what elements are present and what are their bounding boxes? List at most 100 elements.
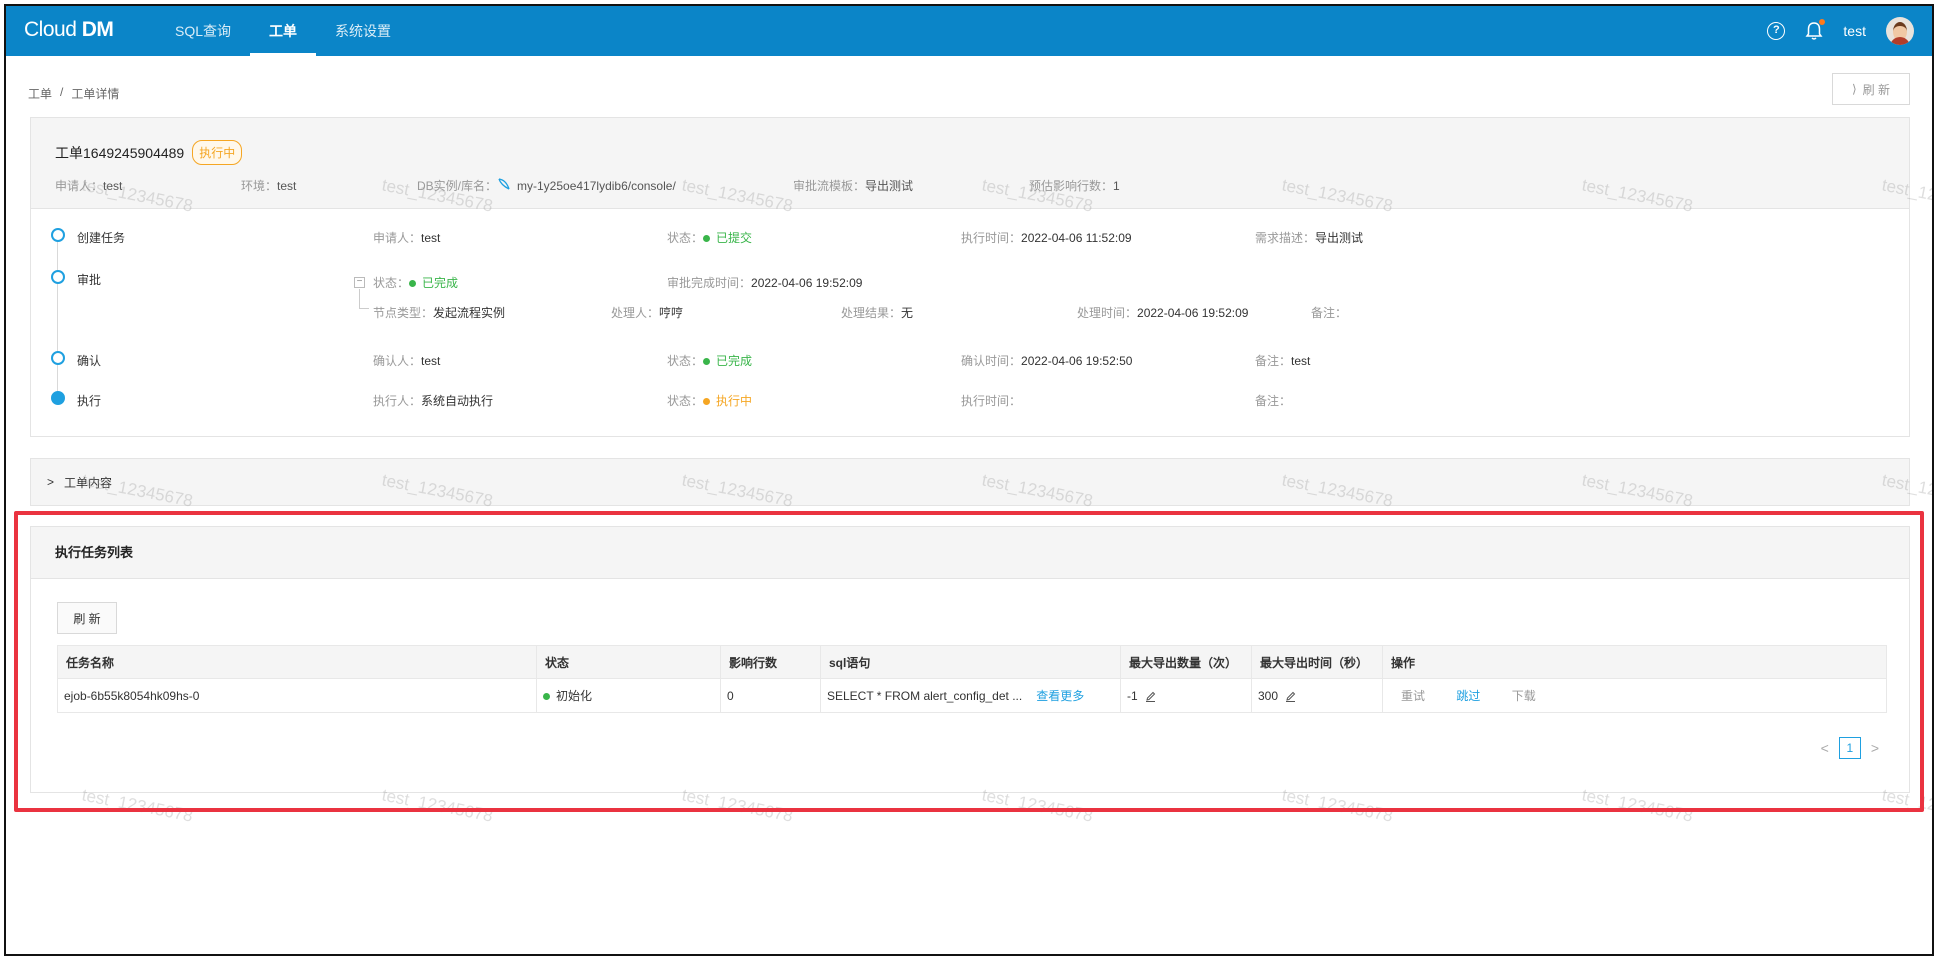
- create-time: 执行时间：2022-04-06 11:52:09: [961, 231, 1132, 245]
- confirm-note: 备注：test: [1255, 354, 1311, 368]
- create-description: 需求描述：导出测试: [1255, 231, 1364, 245]
- confirm-person: 确认人：test: [373, 354, 441, 368]
- execute-person: 执行人：系统自动执行: [373, 394, 494, 408]
- main-nav: SQL查询 工单 系统设置: [156, 6, 410, 56]
- meta-db: DB实例/库名： my-1y25oe417lydib6/console/: [417, 177, 676, 194]
- refresh-tasks-button[interactable]: 刷 新: [57, 602, 117, 634]
- order-detail-card: 工单1649245904489 执行中 申请人： test 环境： test DB实…: [30, 117, 1910, 437]
- status-dot: [543, 693, 550, 701]
- approve-done-time: 审批完成时间：2022-04-06 19:52:09: [667, 276, 863, 290]
- col-affected-rows: 影响行数: [720, 645, 821, 679]
- breadcrumb-current: 工单详情: [71, 87, 120, 101]
- status-dot: [703, 398, 711, 406]
- edit-icon[interactable]: [1145, 691, 1156, 702]
- task-max-count: -1: [1120, 678, 1252, 713]
- task-affected-rows: 0: [720, 678, 821, 713]
- refresh-page-label: 刷 新: [1862, 82, 1891, 97]
- create-applicant: 申请人：test: [373, 231, 441, 245]
- edit-icon[interactable]: [1285, 691, 1296, 702]
- order-header: 工单1649245904489 执行中 申请人： test 环境： test DB实…: [31, 118, 1909, 209]
- topbar-actions: ? test: [1767, 6, 1914, 56]
- skip-button[interactable]: 跳过: [1456, 689, 1480, 703]
- confirm-status: 状态： 已完成: [667, 354, 753, 368]
- collapse-toggle[interactable]: −: [354, 277, 365, 288]
- approve-status: 状态： 已完成: [373, 276, 459, 290]
- meta-rows: 预估影响行数： 1: [1029, 178, 1120, 194]
- workflow-timeline: 创建任务 申请人：test 状态： 已提交 执行时间：2022-04-06 11:…: [31, 209, 1909, 437]
- task-list-title: 执行任务列表: [31, 527, 1909, 579]
- meta-env: 环境： test: [241, 178, 297, 194]
- app-window: Cloud DM SQL查询 工单 系统设置 ? test 工单 / 工单详情 …: [4, 4, 1934, 956]
- tree-connector: [359, 289, 369, 309]
- step-create-label: 创建任务: [77, 231, 126, 245]
- approve-note: 备注：: [1311, 306, 1348, 320]
- pagination: < 1 >: [1821, 737, 1879, 759]
- nav-item-work-order[interactable]: 工单: [250, 6, 317, 56]
- table-header-row: 任务名称 状态 影响行数 sql语句 最大导出数量（次） 最大导出时间（秒） 操…: [57, 645, 1887, 679]
- top-nav-bar: Cloud DM SQL查询 工单 系统设置 ? test: [6, 6, 1932, 56]
- user-name[interactable]: test: [1843, 23, 1866, 39]
- meta-template: 审批流模板： 导出测试: [793, 179, 914, 193]
- create-status: 状态： 已提交: [667, 231, 753, 245]
- col-max-count: 最大导出数量（次）: [1120, 645, 1252, 679]
- nav-item-system-settings[interactable]: 系统设置: [316, 6, 410, 56]
- page-number[interactable]: 1: [1838, 737, 1861, 759]
- order-content-collapse[interactable]: > 工单内容: [30, 458, 1910, 506]
- step-confirm-label: 确认: [77, 354, 102, 368]
- avatar[interactable]: [1886, 17, 1914, 45]
- timeline-line: [57, 235, 58, 400]
- execute-status: 状态： 执行中: [667, 394, 753, 408]
- approve-handler: 处理人：哼哼: [611, 306, 684, 320]
- task-max-time: 300: [1251, 678, 1383, 713]
- task-sql: SELECT * FROM alert_config_det ... 查看更多: [820, 678, 1121, 713]
- meta-applicant: 申请人： test: [55, 178, 123, 194]
- task-status: 初始化: [536, 678, 721, 713]
- chevron-right-icon: >: [47, 475, 55, 489]
- timeline-node-confirm: [51, 351, 65, 365]
- logo-text: Cloud: [24, 18, 82, 41]
- approve-result: 处理结果：无: [841, 306, 914, 320]
- timeline-node-create: [51, 228, 65, 242]
- breadcrumb: 工单 / 工单详情: [28, 85, 119, 102]
- timeline-node-execute: [51, 391, 65, 405]
- nav-item-sql-query[interactable]: SQL查询: [156, 6, 250, 56]
- logo-text-bold: DM: [81, 18, 114, 41]
- bell-icon[interactable]: [1805, 19, 1826, 41]
- retry-button[interactable]: 重试: [1401, 689, 1425, 703]
- step-execute-label: 执行: [77, 394, 102, 408]
- view-more-link[interactable]: 查看更多: [1036, 689, 1084, 703]
- execute-time: 执行时间：: [961, 394, 1022, 408]
- help-icon[interactable]: ?: [1767, 22, 1786, 40]
- database-icon: [497, 177, 511, 194]
- task-list-card: 执行任务列表 刷 新 任务名称 状态 影响行数 sql语句 最大导出数量（次） …: [30, 526, 1910, 793]
- approve-node-type: 节点类型：发起流程实例: [373, 306, 506, 320]
- next-page-icon[interactable]: >: [1871, 740, 1879, 756]
- timeline-node-approve: [51, 270, 65, 284]
- app-logo[interactable]: Cloud DM: [24, 18, 114, 42]
- refresh-page-button[interactable]: ⟩ 刷 新: [1832, 73, 1910, 105]
- task-table: 任务名称 状态 影响行数 sql语句 最大导出数量（次） 最大导出时间（秒） 操…: [57, 645, 1887, 713]
- refresh-icon: ⟩: [1851, 82, 1857, 96]
- order-title: 工单1649245904489 执行中: [55, 140, 243, 165]
- confirm-time: 确认时间：2022-04-06 19:52:50: [961, 354, 1133, 368]
- order-id: 工单1649245904489: [55, 144, 185, 161]
- order-content-label: 工单内容: [64, 475, 113, 490]
- download-button[interactable]: 下载: [1512, 689, 1536, 703]
- notification-dot: [1819, 19, 1826, 25]
- execute-note: 备注：: [1255, 394, 1292, 408]
- task-name: ejob-6b55k8054hk09hs-0: [57, 678, 537, 713]
- status-dot: [703, 358, 711, 366]
- col-max-time: 最大导出时间（秒）: [1251, 645, 1383, 679]
- breadcrumb-root[interactable]: 工单: [28, 85, 52, 102]
- order-meta: 申请人： test 环境： test DB实例/库名： my-1y25oe417ly…: [55, 177, 1156, 194]
- status-badge: 执行中: [192, 140, 243, 165]
- breadcrumb-separator: /: [60, 85, 64, 99]
- status-dot: [703, 235, 711, 243]
- status-dot: [409, 280, 417, 288]
- col-task-name: 任务名称: [57, 645, 537, 679]
- task-actions: 重试 跳过 下载: [1382, 678, 1887, 713]
- prev-page-icon[interactable]: <: [1821, 740, 1829, 756]
- approve-handle-time: 处理时间：2022-04-06 19:52:09: [1077, 306, 1249, 320]
- step-approve-label: 审批: [77, 273, 102, 287]
- table-row: ejob-6b55k8054hk09hs-0 初始化 0 SELECT * FR…: [57, 678, 1887, 713]
